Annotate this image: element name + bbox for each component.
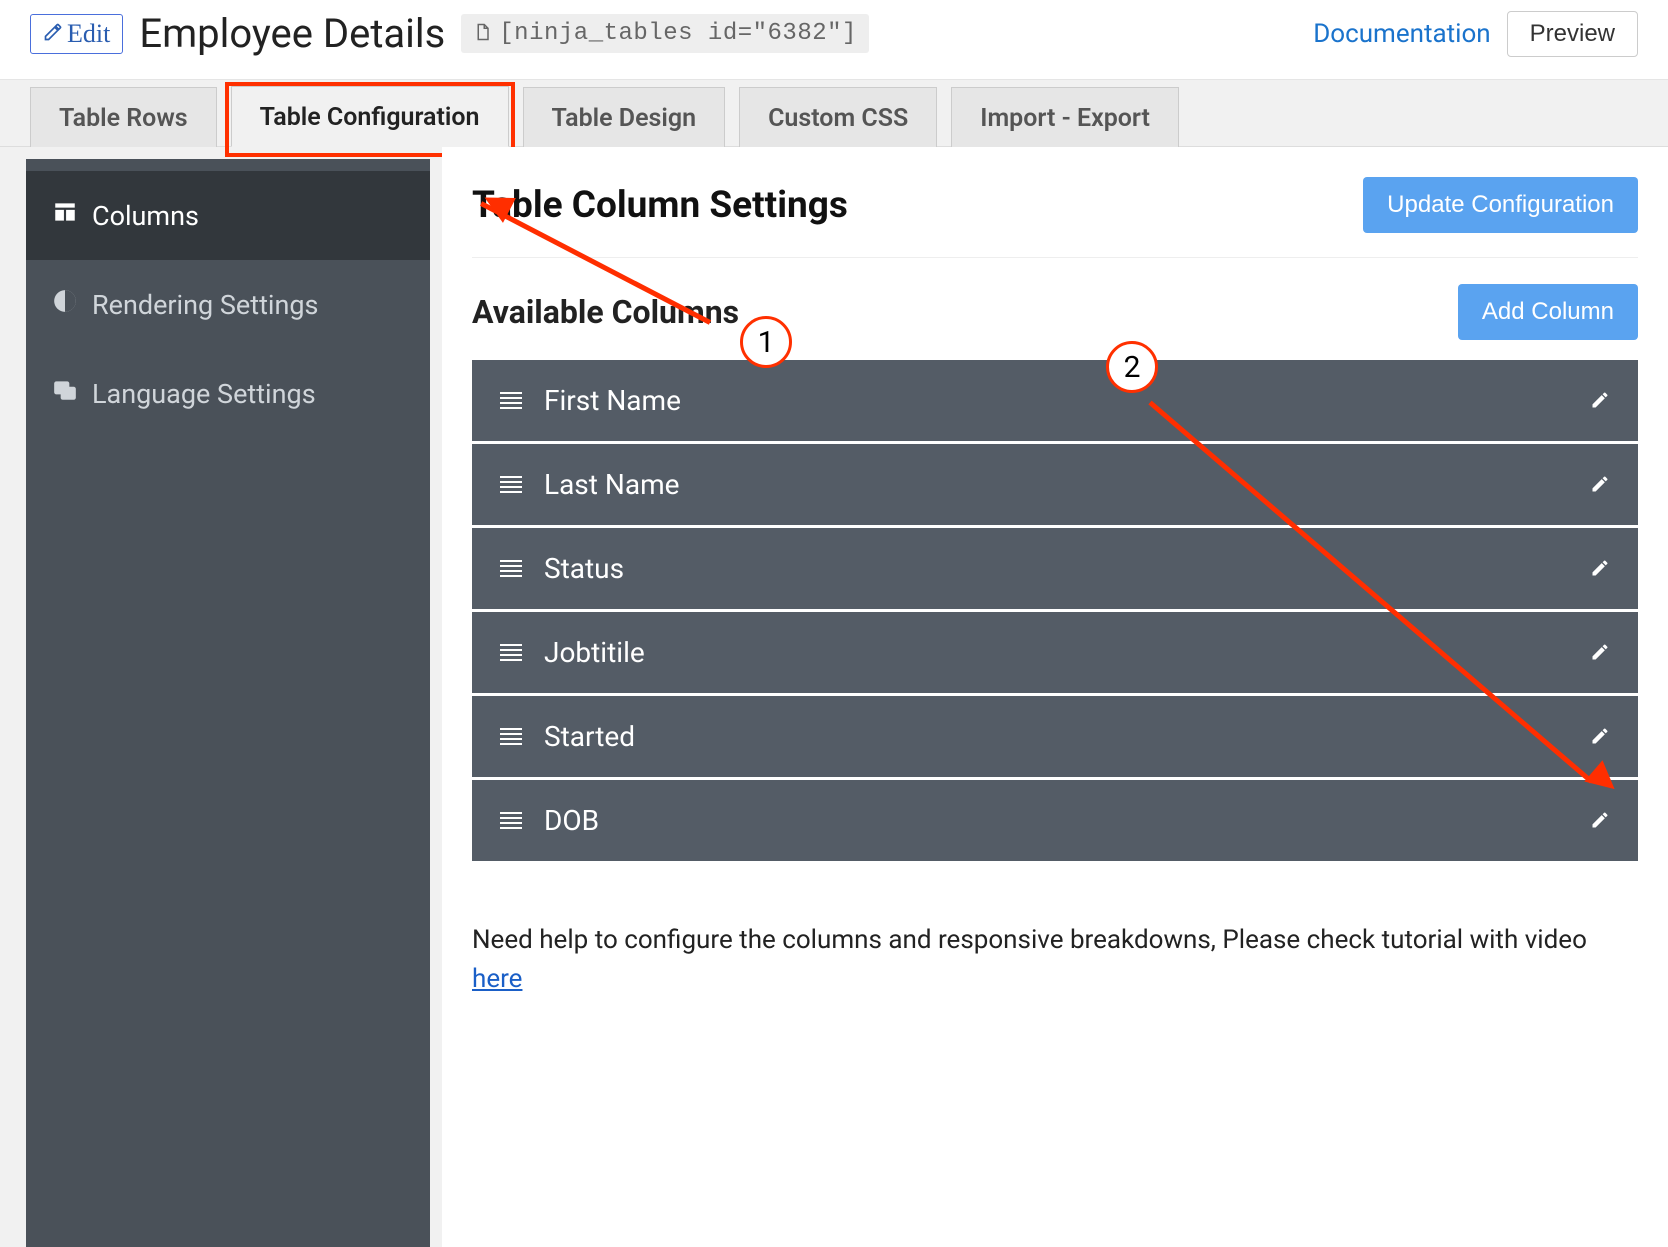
shortcode-box[interactable]: [ninja_tables id="6382"]	[461, 14, 869, 53]
sidebar-item-language[interactable]: Language Settings	[26, 349, 430, 438]
help-text: Need help to configure the columns and r…	[472, 921, 1638, 999]
pencil-icon[interactable]	[1590, 468, 1610, 501]
preview-button[interactable]: Preview	[1507, 11, 1638, 57]
drag-handle-icon[interactable]	[500, 392, 522, 409]
edit-label: Edit	[67, 19, 110, 49]
pencil-icon[interactable]	[1590, 384, 1610, 417]
content-panel: Table Column Settings Update Configurati…	[442, 147, 1668, 1247]
column-row[interactable]: Jobtitile	[472, 612, 1638, 693]
column-label: Last Name	[544, 468, 1568, 501]
documentation-link[interactable]: Documentation	[1313, 19, 1490, 49]
column-label: Started	[544, 720, 1568, 753]
tab-strip: Table Rows Table Configuration Table Des…	[0, 79, 1668, 147]
drag-handle-icon[interactable]	[500, 812, 522, 829]
column-list: First Name Last Name Status Jobtitile St…	[472, 360, 1638, 861]
render-icon	[52, 288, 78, 321]
sidebar-item-label: Rendering Settings	[92, 289, 318, 321]
pencil-icon[interactable]	[1590, 720, 1610, 753]
main-area: Columns Rendering Settings Language Sett…	[0, 147, 1668, 1247]
pencil-icon[interactable]	[1590, 552, 1610, 585]
drag-handle-icon[interactable]	[500, 644, 522, 661]
drag-handle-icon[interactable]	[500, 476, 522, 493]
column-label: DOB	[544, 804, 1568, 837]
sidebar-item-columns[interactable]: Columns	[26, 171, 430, 260]
column-row[interactable]: DOB	[472, 780, 1638, 861]
page-title: Employee Details	[139, 10, 445, 57]
section-title: Table Column Settings	[472, 184, 848, 227]
document-icon	[473, 22, 491, 46]
column-row[interactable]: Status	[472, 528, 1638, 609]
pencil-icon[interactable]	[1590, 804, 1610, 837]
tab-custom-css[interactable]: Custom CSS	[739, 87, 937, 147]
sidebar-item-rendering[interactable]: Rendering Settings	[26, 260, 430, 349]
top-bar: Edit Employee Details [ninja_tables id="…	[0, 0, 1668, 79]
pencil-icon	[43, 19, 63, 49]
column-label: Status	[544, 552, 1568, 585]
language-icon	[52, 377, 78, 410]
edit-button[interactable]: Edit	[30, 14, 123, 54]
column-row[interactable]: First Name	[472, 360, 1638, 441]
add-column-button[interactable]: Add Column	[1458, 284, 1638, 340]
shortcode-text: [ninja_tables id="6382"]	[499, 20, 857, 47]
table-icon	[52, 199, 78, 232]
column-label: Jobtitile	[544, 636, 1568, 669]
column-row[interactable]: Started	[472, 696, 1638, 777]
available-columns-title: Available Columns	[472, 293, 739, 331]
column-label: First Name	[544, 384, 1568, 417]
tab-table-rows[interactable]: Table Rows	[30, 87, 217, 147]
update-configuration-button[interactable]: Update Configuration	[1363, 177, 1638, 233]
drag-handle-icon[interactable]	[500, 560, 522, 577]
sidebar-item-label: Columns	[92, 200, 199, 232]
section-header: Table Column Settings Update Configurati…	[472, 177, 1638, 258]
drag-handle-icon[interactable]	[500, 728, 522, 745]
sidebar: Columns Rendering Settings Language Sett…	[26, 159, 430, 1247]
tab-table-design[interactable]: Table Design	[523, 87, 726, 147]
help-link[interactable]: here	[472, 964, 522, 994]
tab-import-export[interactable]: Import - Export	[951, 87, 1179, 147]
pencil-icon[interactable]	[1590, 636, 1610, 669]
available-columns-header: Available Columns Add Column	[472, 284, 1638, 340]
tab-table-configuration[interactable]: Table Configuration	[231, 86, 509, 147]
sidebar-item-label: Language Settings	[92, 378, 316, 410]
column-row[interactable]: Last Name	[472, 444, 1638, 525]
